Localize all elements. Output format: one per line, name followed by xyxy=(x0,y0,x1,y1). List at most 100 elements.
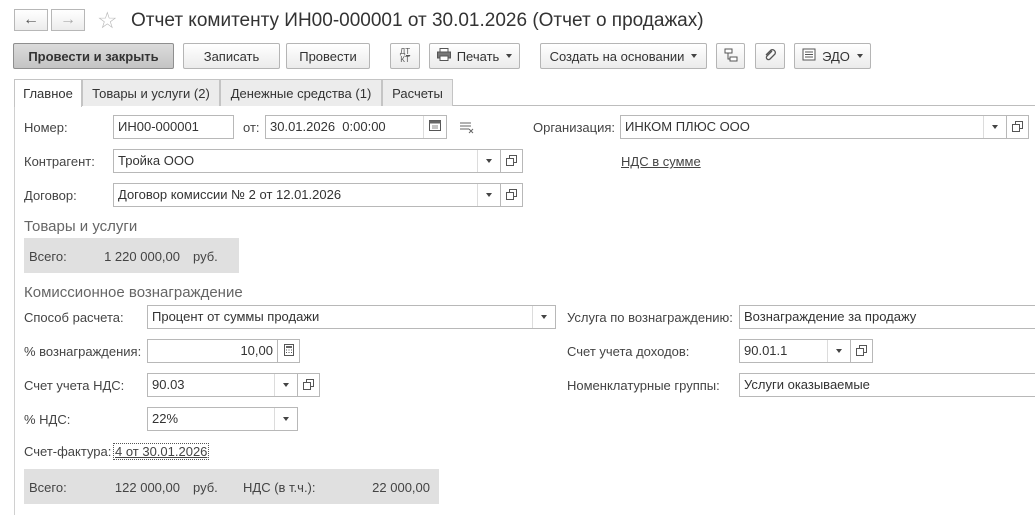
service-field[interactable]: Вознаграждение за продажу xyxy=(739,305,1035,329)
vat-account-value: 90.03 xyxy=(152,377,185,392)
org-label: Организация: xyxy=(533,120,616,135)
number-field[interactable]: ИН00-000001 xyxy=(113,115,234,139)
goods-currency: руб. xyxy=(193,249,218,264)
tab-money[interactable]: Денежные средства (1) xyxy=(220,79,382,106)
panel-border xyxy=(14,105,15,515)
chevron-down-icon xyxy=(486,159,492,163)
tab-goods-services[interactable]: Товары и услуги (2) xyxy=(82,79,220,106)
org-open-button[interactable] xyxy=(1007,115,1029,139)
attach-button[interactable] xyxy=(755,43,785,69)
tab-main[interactable]: Главное xyxy=(14,79,82,107)
method-value: Процент от суммы продажи xyxy=(152,309,320,324)
goods-totals-panel: Всего: 1 220 000,00 руб. xyxy=(24,238,239,273)
post-button[interactable]: Провести xyxy=(286,43,370,69)
vat-rate-field[interactable]: 22% xyxy=(147,407,298,431)
contract-field[interactable]: Договор комиссии № 2 от 12.01.2026 xyxy=(113,183,501,207)
document-list-icon[interactable] xyxy=(459,121,475,137)
edo-label: ЭДО xyxy=(822,48,850,64)
tab-label: Расчеты xyxy=(392,85,443,101)
open-icon xyxy=(303,378,314,393)
contract-open-button[interactable] xyxy=(501,183,523,207)
contract-value: Договор комиссии № 2 от 12.01.2026 xyxy=(118,187,342,202)
post-label: Провести xyxy=(299,48,357,64)
method-dropdown-button[interactable] xyxy=(532,306,555,328)
calendar-button[interactable] xyxy=(423,116,446,138)
forward-button[interactable]: → xyxy=(51,9,85,31)
chevron-down-icon xyxy=(856,54,863,58)
open-icon xyxy=(506,188,517,203)
method-field[interactable]: Процент от суммы продажи xyxy=(147,305,556,329)
contract-dropdown-button[interactable] xyxy=(477,184,500,206)
org-dropdown-button[interactable] xyxy=(983,116,1006,138)
back-button[interactable]: ← xyxy=(14,9,48,31)
goods-total-value: 1 220 000,00 xyxy=(104,249,180,264)
arrow-right-icon: → xyxy=(60,11,76,28)
org-value: ИНКОМ ПЛЮС ООО xyxy=(625,119,750,134)
edo-button[interactable]: ЭДО xyxy=(794,43,871,69)
vat-account-dropdown-button[interactable] xyxy=(274,374,297,396)
tab-settlements[interactable]: Расчеты xyxy=(382,79,453,106)
favorite-star-icon[interactable]: ☆ xyxy=(97,6,118,34)
contractor-value: Тройка ООО xyxy=(118,153,195,168)
vat-rate-dropdown-button[interactable] xyxy=(274,408,297,430)
tab-label: Главное xyxy=(23,86,73,101)
page-title: Отчет комитенту ИН00-000001 от 30.01.202… xyxy=(131,10,704,31)
vat-included-label: НДС (в т.ч.): xyxy=(243,480,316,495)
vat-account-field[interactable]: 90.03 xyxy=(147,373,298,397)
commission-currency: руб. xyxy=(193,480,218,495)
chevron-down-icon xyxy=(541,315,547,319)
vat-account-label: Счет учета НДС: xyxy=(24,378,125,393)
number-label: Номер: xyxy=(24,120,68,135)
create-based-on-button[interactable]: Создать на основании xyxy=(540,43,707,69)
vat-in-amount-link[interactable]: НДС в сумме xyxy=(621,154,701,169)
post-and-close-button[interactable]: Провести и закрыть xyxy=(13,43,174,69)
nomenclature-field[interactable]: Услуги оказываемые xyxy=(739,373,1035,397)
invoice-link[interactable]: 4 от 30.01.2026 xyxy=(112,443,210,460)
commission-total-value: 122 000,00 xyxy=(114,480,180,495)
date-label: от: xyxy=(243,120,260,135)
income-account-open-button[interactable] xyxy=(851,339,873,363)
paperclip-icon xyxy=(763,48,777,65)
income-account-value: 90.01.1 xyxy=(744,343,788,358)
org-field[interactable]: ИНКОМ ПЛЮС ООО xyxy=(620,115,1007,139)
tab-label: Товары и услуги (2) xyxy=(92,85,210,101)
date-field[interactable]: 30.01.2026 0:00:00 xyxy=(265,115,447,139)
vat-included-value: 22 000,00 xyxy=(372,480,430,495)
commission-section-title: Комиссионное вознаграждение xyxy=(24,284,243,301)
chevron-down-icon xyxy=(691,54,698,58)
calendar-icon xyxy=(429,116,441,138)
dt-kt-icon: ДТ КТ xyxy=(400,48,410,64)
service-label: Услуга по вознаграждению: xyxy=(567,310,733,325)
goods-section-title: Товары и услуги xyxy=(24,218,138,235)
income-account-field[interactable]: 90.01.1 xyxy=(739,339,851,363)
structure-button[interactable] xyxy=(716,43,745,69)
vat-rate-label: % НДС: xyxy=(24,412,71,427)
chevron-down-icon xyxy=(283,417,289,421)
print-button[interactable]: Печать xyxy=(429,43,520,69)
vat-account-open-button[interactable] xyxy=(298,373,320,397)
percent-label: % вознаграждения: xyxy=(24,344,142,359)
invoice-label: Счет-фактура: xyxy=(24,444,112,459)
service-value: Вознаграждение за продажу xyxy=(744,309,917,324)
goods-total-label: Всего: xyxy=(29,249,67,264)
chevron-down-icon xyxy=(836,349,842,353)
contractor-dropdown-button[interactable] xyxy=(477,150,500,172)
percent-field[interactable]: 10,00 xyxy=(147,339,278,363)
open-icon xyxy=(1012,120,1023,135)
contract-label: Договор: xyxy=(24,188,77,203)
contractor-open-button[interactable] xyxy=(501,149,523,173)
hierarchy-icon xyxy=(724,48,738,65)
nomenclature-label: Номенклатурные группы: xyxy=(567,378,720,393)
method-label: Способ расчета: xyxy=(24,310,124,325)
contractor-field[interactable]: Тройка ООО xyxy=(113,149,501,173)
save-label: Записать xyxy=(203,48,260,64)
save-button[interactable]: Записать xyxy=(183,43,280,69)
contractor-label: Контрагент: xyxy=(24,154,95,169)
post-and-close-label: Провести и закрыть xyxy=(28,48,159,64)
calculator-button[interactable] xyxy=(278,339,300,363)
printer-icon xyxy=(436,48,451,64)
chevron-down-icon xyxy=(506,54,513,58)
dt-kt-button[interactable]: ДТ КТ xyxy=(390,43,420,69)
income-account-dropdown-button[interactable] xyxy=(827,340,850,362)
vat-rate-value: 22% xyxy=(152,411,179,426)
